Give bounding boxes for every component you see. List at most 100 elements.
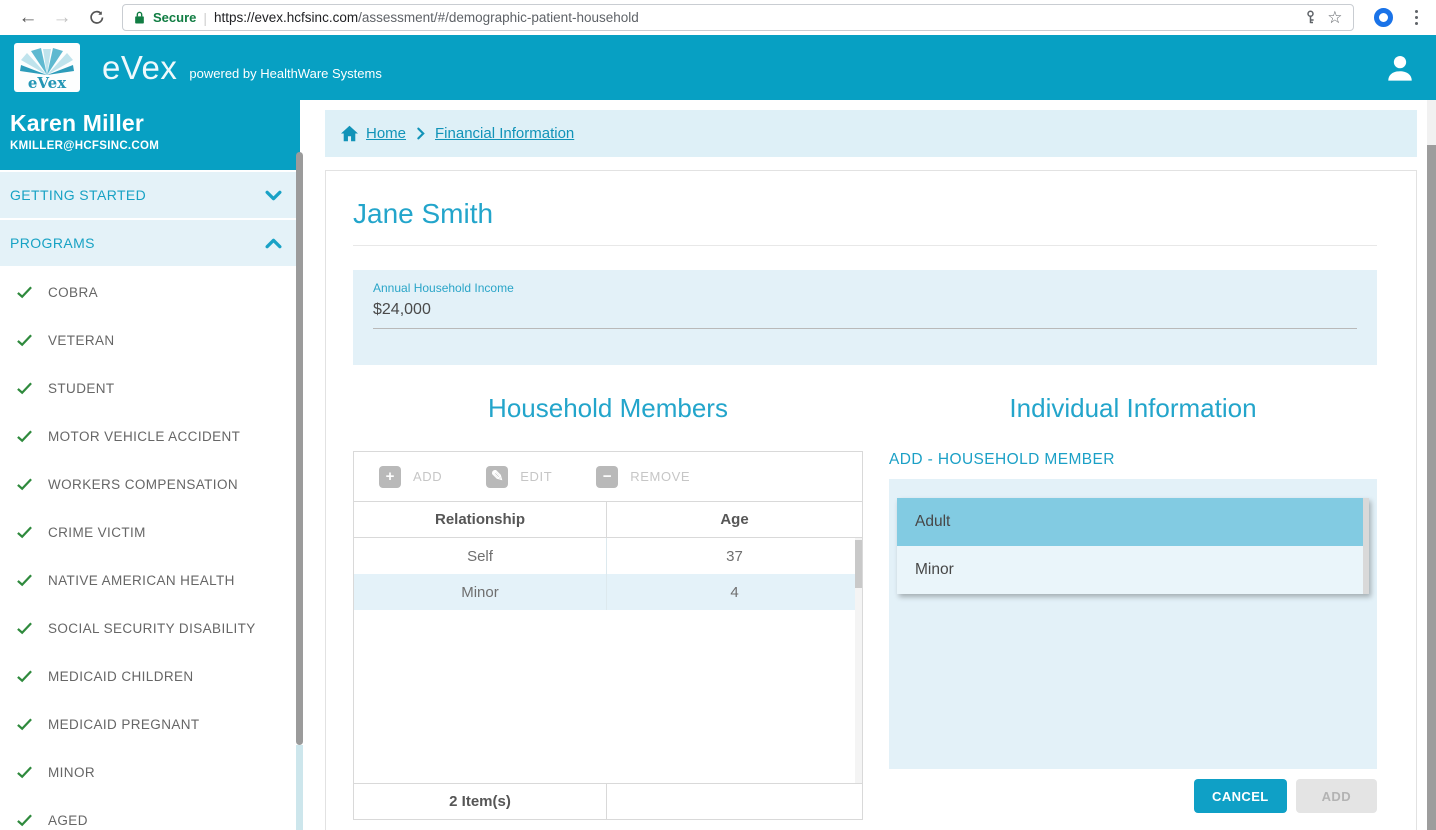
section-label: GETTING STARTED [10,187,147,203]
add-household-member-label: ADD - HOUSEHOLD MEMBER [889,451,1115,468]
checkmark-icon [17,622,32,635]
sidebar-item-veteran[interactable]: VETERAN [0,316,300,364]
option-minor[interactable]: Minor [897,546,1369,594]
sidebar-scrollbar[interactable] [296,100,303,830]
user-name: Karen Miller [10,110,145,136]
sidebar: Karen Miller KMILLER@HCFSINC.COM GETTING… [0,100,303,830]
program-label: MEDICAID PREGNANT [48,716,200,732]
program-label: WORKERS COMPENSATION [48,476,239,492]
sidebar-item-medicaid-pregnant[interactable]: MEDICAID PREGNANT [0,700,300,748]
remove-label: REMOVE [630,469,691,484]
program-label: CRIME VICTIM [48,524,146,540]
sidebar-scrollbar-thumb[interactable] [296,152,303,745]
patient-name: Jane Smith [353,198,494,229]
program-label: SOCIAL SECURITY DISABILITY [48,620,256,636]
sidebar-item-student[interactable]: STUDENT [0,364,300,412]
browser-menu-icon[interactable] [1407,6,1427,30]
sidebar-item-crime-victim[interactable]: CRIME VICTIM [0,508,300,556]
sidebar-item-native-american-health[interactable]: NATIVE AMERICAN HEALTH [0,556,300,604]
chevron-up-icon [265,238,282,248]
main-content: Home Financial Information Jane Smith An… [300,100,1436,830]
browser-reload-button[interactable] [82,4,110,32]
grid-footer-row: 2 Item(s) [354,783,862,819]
breadcrumb-home-link[interactable]: Home [340,125,406,142]
income-panel: Annual Household Income $24,000 [353,270,1377,365]
column-header-age[interactable]: Age [607,502,862,537]
user-profile-icon[interactable] [1382,52,1418,84]
app-header: eVex eVex powered by HealthWare Systems [0,35,1436,100]
assessment-card: Jane Smith Annual Household Income $24,0… [325,170,1417,830]
chevron-down-icon [265,190,282,200]
checkmark-icon [17,814,32,827]
checkmark-icon [17,574,32,587]
browser-toolbar: ← → Secure | https://evex.hcfsinc.com/as… [0,0,1436,35]
checkmark-icon [17,286,32,299]
breadcrumb-financial-information-link[interactable]: Financial Information [435,125,574,142]
sidebar-section-getting-started[interactable]: GETTING STARTED [0,172,300,218]
sidebar-item-minor[interactable]: MINOR [0,748,300,796]
program-label: NATIVE AMERICAN HEALTH [48,572,235,588]
checkmark-icon [17,382,32,395]
column-header-relationship[interactable]: Relationship [354,502,607,537]
add-button[interactable]: ADD [1295,779,1377,813]
checkmark-icon [17,766,32,779]
table-row[interactable]: Self 37 [354,538,862,574]
option-adult[interactable]: Adult [897,498,1369,546]
url-text[interactable]: https://evex.hcfsinc.com/assessment/#/de… [214,10,1297,25]
omnibox-divider: | [203,9,208,26]
checkmark-icon [17,334,32,347]
grid-scrollbar-thumb[interactable] [855,540,862,588]
browser-extension-icon[interactable] [1373,8,1393,27]
logo-wordmark: eVex [27,74,67,92]
plus-icon: + [379,465,401,488]
browser-back-button[interactable]: ← [14,4,42,32]
app-name: eVex [102,49,178,86]
item-count: 2 Item(s) [354,784,607,819]
sidebar-section-programs[interactable]: PROGRAMS [0,220,300,266]
checkmark-icon [17,526,32,539]
url-host: https://evex.hcfsinc.com [214,10,359,25]
browser-forward-button[interactable]: → [48,4,76,32]
bookmark-star-icon[interactable]: ☆ [1327,8,1342,28]
user-email: KMILLER@HCFSINC.COM [10,140,160,152]
income-input[interactable]: $24,000 [373,301,1357,329]
grid-edit-button[interactable]: ✎ EDIT [486,465,553,488]
listbox-scrollbar[interactable] [1363,498,1369,594]
sidebar-item-motor-vehicle-accident[interactable]: MOTOR VEHICLE ACCIDENT [0,412,300,460]
divider [353,245,1377,246]
url-path: /assessment/#/demographic-patient-househ… [358,10,639,25]
breadcrumb-separator-icon [416,127,425,140]
pencil-icon: ✎ [486,465,509,488]
member-type-listbox: Adult Minor [897,498,1369,594]
minus-icon: − [596,465,619,488]
reload-icon [89,10,103,24]
sidebar-item-medicaid-children[interactable]: MEDICAID CHILDREN [0,652,300,700]
cancel-button[interactable]: CANCEL [1194,779,1287,813]
page-scrollbar[interactable] [1427,100,1436,830]
sidebar-item-workers-compensation[interactable]: WORKERS COMPENSATION [0,460,300,508]
edit-label: EDIT [520,469,553,484]
sidebar-item-cobra[interactable]: COBRA [0,268,300,316]
app-tagline: powered by HealthWare Systems [189,66,382,81]
add-member-panel: Adult Minor [889,479,1377,769]
sidebar-user-panel: Karen Miller KMILLER@HCFSINC.COM [0,100,300,170]
application-window: ← → Secure | https://evex.hcfsinc.com/as… [0,0,1436,830]
breadcrumb-home-label: Home [366,125,407,142]
sidebar-item-aged[interactable]: AGED [0,796,300,830]
page-scrollbar-thumb[interactable] [1427,145,1436,830]
program-label: COBRA [48,284,99,300]
address-bar[interactable]: Secure | https://evex.hcfsinc.com/assess… [122,4,1354,31]
cell-age: 37 [726,547,743,565]
grid-scrollbar[interactable] [855,538,862,783]
table-row[interactable]: Minor 4 [354,574,862,610]
sidebar-item-social-security-disability[interactable]: SOCIAL SECURITY DISABILITY [0,604,300,652]
password-key-icon[interactable] [1304,10,1317,25]
grid-add-button[interactable]: + ADD [379,465,442,488]
evex-logo: eVex [14,43,80,92]
breadcrumb-current-label: Financial Information [435,125,575,142]
grid-toolbar: + ADD ✎ EDIT − REMOVE [354,452,862,502]
home-icon [341,125,358,142]
grid-remove-button[interactable]: − REMOVE [596,465,691,488]
checkmark-icon [17,430,32,443]
cell-age: 4 [730,583,739,601]
